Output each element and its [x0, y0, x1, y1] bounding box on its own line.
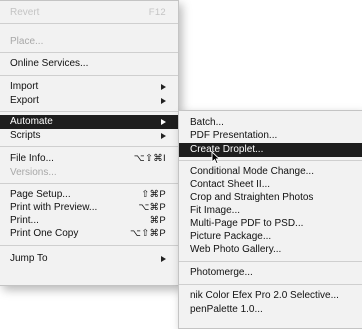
submenu-item-pdf-presentation-label: PDF Presentation... — [190, 130, 278, 141]
menu-separator — [0, 146, 178, 147]
menu-separator — [0, 52, 178, 53]
menu-item-jump-to-label: Jump To — [10, 253, 48, 264]
submenu-item-create-droplet[interactable]: Create Droplet... — [179, 143, 362, 157]
menu-item-revert-label: Revert — [10, 7, 40, 18]
menu-item-file-info-label: File Info... — [10, 153, 54, 164]
menu-item-place-label: Place... — [10, 36, 44, 47]
menu-item-automate[interactable]: Automate — [0, 115, 178, 129]
menu-separator — [0, 111, 178, 112]
menu-separator — [0, 23, 178, 24]
menu-item-import-label: Import — [10, 81, 39, 92]
submenu-item-batch[interactable]: Batch... — [179, 116, 362, 130]
menu-item-page-setup-label: Page Setup... — [10, 189, 71, 200]
submenu-arrow-icon — [161, 119, 166, 125]
menu-item-page-setup-shortcut: ⇧⌘P — [141, 189, 166, 200]
menu-item-automate-label: Automate — [10, 116, 53, 127]
submenu-item-fit-image-label: Fit Image... — [190, 205, 241, 216]
mouse-pointer-icon — [211, 151, 221, 165]
menu-item-file-info-shortcut: ⌥⇧⌘I — [133, 153, 166, 164]
submenu-item-crop-straighten-label: Crop and Straighten Photos — [190, 192, 314, 203]
submenu-item-penpalette-label: penPalette 1.0... — [190, 304, 263, 315]
submenu-item-create-droplet-label: Create Droplet... — [190, 144, 264, 155]
menu-item-print-one-copy-label: Print One Copy — [10, 228, 79, 239]
menu-item-online-services-label: Online Services... — [10, 58, 89, 69]
submenu-item-multipage-pdf[interactable]: Multi-Page PDF to PSD... — [179, 217, 362, 231]
menu-item-export[interactable]: Export — [0, 94, 178, 108]
menu-item-print-with-preview[interactable]: Print with Preview... ⌥⌘P — [0, 201, 178, 215]
menu-item-import[interactable]: Import — [0, 80, 178, 94]
menu-item-print[interactable]: Print... ⌘P — [0, 214, 178, 228]
menu-item-file-info[interactable]: File Info... ⌥⇧⌘I — [0, 152, 178, 166]
menu-item-print-one-copy[interactable]: Print One Copy ⌥⇧⌘P — [0, 227, 178, 241]
menu-item-print-one-copy-shortcut: ⌥⇧⌘P — [130, 228, 166, 239]
menu-item-export-label: Export — [10, 95, 39, 106]
submenu-item-contact-sheet[interactable]: Contact Sheet II... — [179, 178, 362, 192]
submenu-item-fit-image[interactable]: Fit Image... — [179, 204, 362, 218]
menu-separator — [179, 160, 362, 161]
menu-item-print-with-preview-label: Print with Preview... — [10, 202, 98, 213]
menu-separator — [179, 261, 362, 262]
menu-separator — [0, 183, 178, 184]
submenu-arrow-icon — [161, 256, 166, 262]
menu-item-revert-shortcut: F12 — [148, 7, 166, 18]
automate-submenu: Batch... PDF Presentation... Create Drop… — [178, 110, 362, 329]
submenu-item-batch-label: Batch... — [190, 117, 224, 128]
submenu-arrow-icon — [161, 98, 166, 104]
submenu-item-web-photo-gallery-label: Web Photo Gallery... — [190, 244, 282, 255]
submenu-item-picture-package-label: Picture Package... — [190, 231, 272, 242]
submenu-item-photomerge-label: Photomerge... — [190, 267, 253, 278]
menu-item-scripts[interactable]: Scripts — [0, 129, 178, 143]
menu-item-print-shortcut: ⌘P — [149, 215, 166, 226]
submenu-item-nik-color-efex-label: nik Color Efex Pro 2.0 Selective... — [190, 290, 339, 301]
submenu-item-photomerge[interactable]: Photomerge... — [179, 266, 362, 280]
submenu-item-nik-color-efex[interactable]: nik Color Efex Pro 2.0 Selective... — [179, 289, 362, 303]
menu-separator — [179, 284, 362, 285]
menu-item-jump-to[interactable]: Jump To — [0, 252, 178, 266]
submenu-item-conditional-mode-change[interactable]: Conditional Mode Change... — [179, 165, 362, 179]
menu-item-versions: Versions... — [0, 166, 178, 180]
submenu-item-contact-sheet-label: Contact Sheet II... — [190, 179, 271, 190]
menu-item-scripts-label: Scripts — [10, 130, 41, 141]
menu-item-online-services[interactable]: Online Services... — [0, 57, 178, 71]
submenu-item-penpalette[interactable]: penPalette 1.0... — [179, 303, 362, 317]
file-menu: Revert F12 Place... Online Services... I… — [0, 0, 179, 286]
submenu-item-conditional-mode-change-label: Conditional Mode Change... — [190, 166, 314, 177]
submenu-arrow-icon — [161, 84, 166, 90]
menu-separator — [0, 75, 178, 76]
menu-separator — [0, 245, 178, 246]
menu-item-place: Place... — [0, 35, 178, 49]
menu-item-print-with-preview-shortcut: ⌥⌘P — [138, 202, 166, 213]
submenu-item-pdf-presentation[interactable]: PDF Presentation... — [179, 129, 362, 143]
submenu-item-multipage-pdf-label: Multi-Page PDF to PSD... — [190, 218, 304, 229]
submenu-item-crop-straighten[interactable]: Crop and Straighten Photos — [179, 191, 362, 205]
submenu-item-web-photo-gallery[interactable]: Web Photo Gallery... — [179, 243, 362, 257]
menu-item-print-label: Print... — [10, 215, 39, 226]
menu-item-revert: Revert F12 — [0, 6, 178, 20]
submenu-arrow-icon — [161, 133, 166, 139]
submenu-item-picture-package[interactable]: Picture Package... — [179, 230, 362, 244]
menu-item-versions-label: Versions... — [10, 167, 57, 178]
menu-item-page-setup[interactable]: Page Setup... ⇧⌘P — [0, 188, 178, 202]
